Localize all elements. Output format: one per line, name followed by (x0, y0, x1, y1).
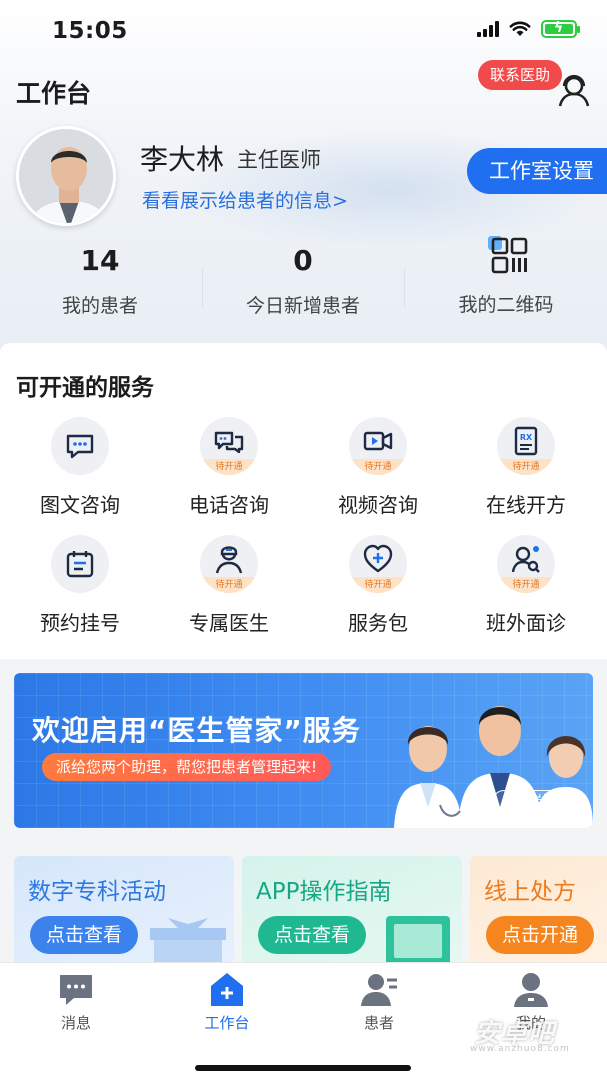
divider (404, 268, 405, 308)
pending-tag: 待开通 (200, 577, 258, 593)
workbench-icon (211, 973, 243, 1006)
qr-code-label: 我的二维码 (458, 294, 554, 316)
wifi-icon (509, 21, 531, 36)
service-image-text-consult[interactable]: 图文咨询 (6, 417, 154, 518)
patient-view-link[interactable]: 看看展示给患者的信息> (142, 186, 348, 213)
service-label: 在线开方 (486, 493, 566, 517)
tab-label: 工作台 (204, 1014, 250, 1032)
services-title: 可开通的服务 (16, 375, 154, 401)
qr-code-stat[interactable]: 我的二维码 (406, 290, 606, 317)
service-appointment[interactable]: 预约挂号 (6, 535, 154, 636)
video-icon (363, 431, 393, 451)
phone-chat-icon (214, 431, 244, 454)
studio-settings-button[interactable]: 工作室设置 (467, 148, 607, 194)
patients-icon (361, 974, 397, 1006)
svg-text:RX: RX (520, 433, 533, 442)
new-patients-label: 今日新增患者 (245, 295, 360, 317)
tab-workbench[interactable]: 工作台 (177, 970, 277, 1033)
service-label: 视频咨询 (338, 493, 418, 517)
doctor-butler-banner[interactable]: 欢迎启用“医生管家”服务 派给您两个助理，帮您把患者管理起来! 查看详情 > (14, 673, 593, 828)
doctor-title: 主任医师 (237, 148, 321, 172)
app-guide-card[interactable]: APP操作指南 点击查看 (242, 856, 462, 966)
calendar-icon (66, 551, 94, 578)
page-title: 工作台 (16, 79, 92, 108)
service-exclusive-doctor[interactable]: 待开通 专属医生 (155, 535, 303, 636)
service-label: 专属医生 (189, 611, 269, 635)
card-button[interactable]: 点击查看 (30, 916, 139, 954)
pending-tag: 待开通 (497, 577, 555, 593)
card-title: APP操作指南 (256, 879, 392, 905)
message-icon (60, 975, 92, 1005)
doctor-avatar[interactable] (16, 126, 116, 226)
watermark-url: www.anzhuo8.com (470, 1044, 570, 1054)
card-button[interactable]: 点击开通 (486, 916, 595, 954)
service-off-hours-visit[interactable]: 待开通 班外面诊 (452, 535, 600, 636)
user-search-icon (511, 546, 540, 573)
contact-assistant-badge[interactable]: 联系医助 (478, 60, 563, 90)
chat-bubble-icon (66, 434, 94, 459)
service-label: 图文咨询 (40, 493, 120, 517)
my-patients-count: 14 (80, 244, 120, 277)
service-online-prescription[interactable]: RX 待开通 在线开方 (452, 417, 600, 518)
heart-plus-icon (363, 544, 393, 573)
service-label: 预约挂号 (40, 611, 120, 635)
service-label: 电话咨询 (189, 493, 269, 517)
gift-box-icon (150, 918, 226, 966)
banner-subtitle: 派给您两个助理，帮您把患者管理起来! (42, 753, 332, 781)
service-label: 服务包 (348, 611, 408, 635)
digital-specialty-card[interactable]: 数字专科活动 点击查看 (14, 856, 234, 966)
pending-tag: 待开通 (497, 459, 555, 475)
tab-label: 消息 (60, 1014, 91, 1032)
profile-icon (514, 973, 548, 1007)
my-patients-label: 我的患者 (61, 295, 138, 317)
card-button[interactable]: 点击查看 (258, 916, 367, 954)
guide-screen-icon (386, 916, 450, 966)
status-icons: ϟ (477, 20, 580, 38)
new-patients-count: 0 (293, 244, 313, 277)
qr-code-icon[interactable] (488, 236, 530, 278)
home-indicator (195, 1065, 411, 1071)
tab-label: 患者 (363, 1014, 394, 1032)
service-phone-consult[interactable]: 待开通 电话咨询 (155, 417, 303, 518)
doctor-icon (215, 546, 243, 574)
service-video-consult[interactable]: 待开通 视频咨询 (304, 417, 452, 518)
service-label: 班外面诊 (486, 611, 566, 635)
service-package[interactable]: 待开通 服务包 (304, 535, 452, 636)
battery-icon: ϟ (541, 20, 580, 38)
banner-details-button[interactable]: 查看详情 > (492, 790, 582, 814)
tab-messages[interactable]: 消息 (26, 970, 126, 1033)
card-title: 数字专科活动 (28, 879, 166, 905)
doctor-name: 李大林 (140, 143, 225, 176)
new-patients-stat[interactable]: 0 今日新增患者 (203, 244, 403, 318)
pending-tag: 待开通 (349, 577, 407, 593)
card-title: 线上处方 (484, 879, 576, 905)
pending-tag: 待开通 (349, 459, 407, 475)
online-prescription-card[interactable]: 线上处方 点击开通 (470, 856, 607, 966)
status-time: 15:05 (52, 18, 128, 44)
tab-patients[interactable]: 患者 (329, 970, 429, 1033)
customer-service-icon[interactable] (554, 70, 594, 110)
prescription-icon: RX (514, 426, 538, 456)
pending-tag: 待开通 (200, 459, 258, 475)
banner-title: 欢迎启用“医生管家”服务 (32, 714, 361, 747)
signal-icon (477, 21, 499, 37)
my-patients-stat[interactable]: 14 我的患者 (0, 244, 200, 318)
